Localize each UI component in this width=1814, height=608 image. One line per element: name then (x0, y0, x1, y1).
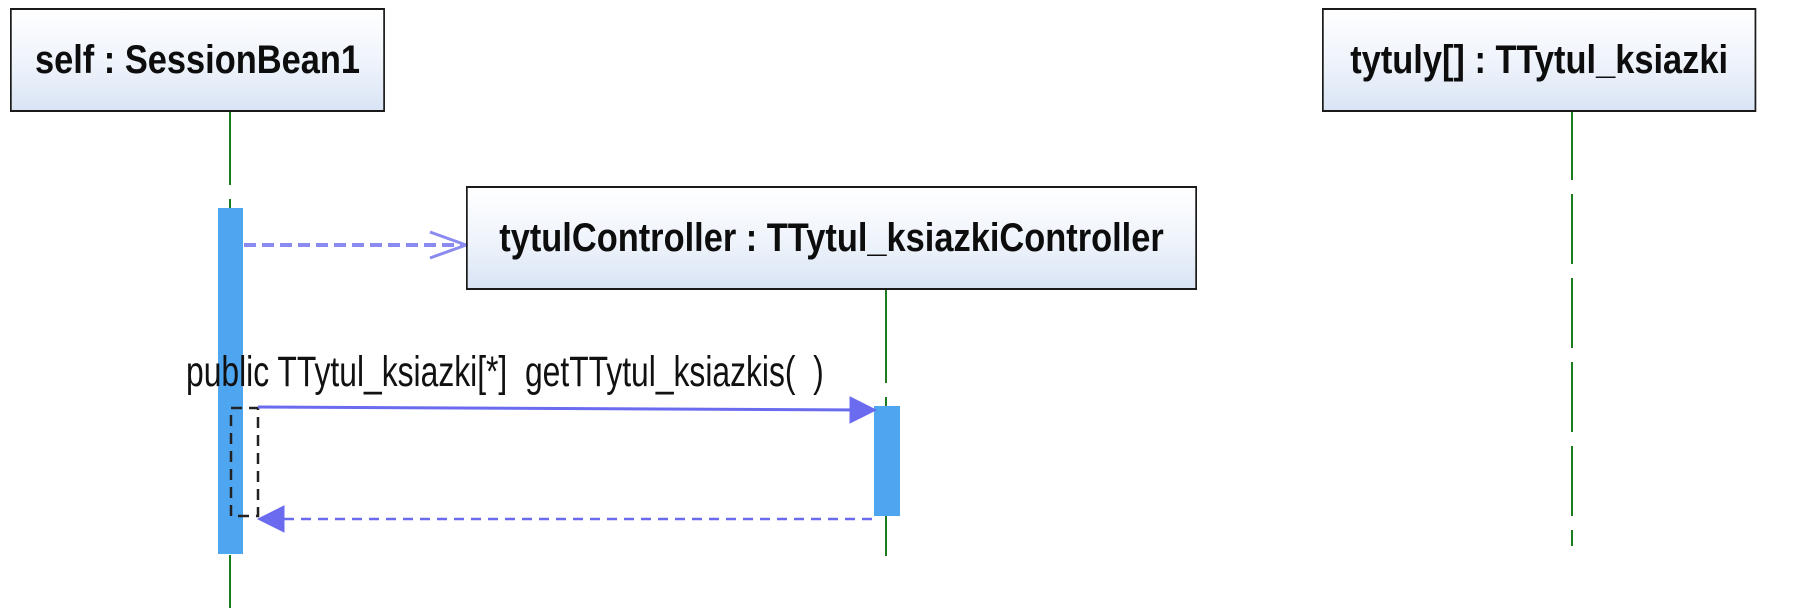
call-message-line (257, 405, 867, 412)
sequence-diagram: self : SessionBean1 tytulController : TT… (0, 0, 1814, 608)
call-message-label: public TTytul_ksiazki[*] getTTytul_ksiaz… (186, 348, 824, 396)
lifeline-self-label: self : SessionBean1 (34, 37, 360, 82)
lifeline-controller-label: tytulController : TTytul_ksiazkiControll… (499, 215, 1164, 260)
call-message-arrowhead (849, 396, 878, 424)
lifeline-box-controller[interactable]: tytulController : TTytul_ksiazkiControll… (466, 186, 1197, 290)
lifeline-box-self[interactable]: self : SessionBean1 (10, 8, 385, 112)
lifeline-box-tytuly[interactable]: tytuly[] : TTytul_ksiazki (1322, 8, 1757, 112)
return-message-arrowhead (256, 505, 285, 533)
activation-bar-controller (874, 406, 900, 516)
lifeline-tytuly-label: tytuly[] : TTytul_ksiazki (1350, 37, 1729, 82)
